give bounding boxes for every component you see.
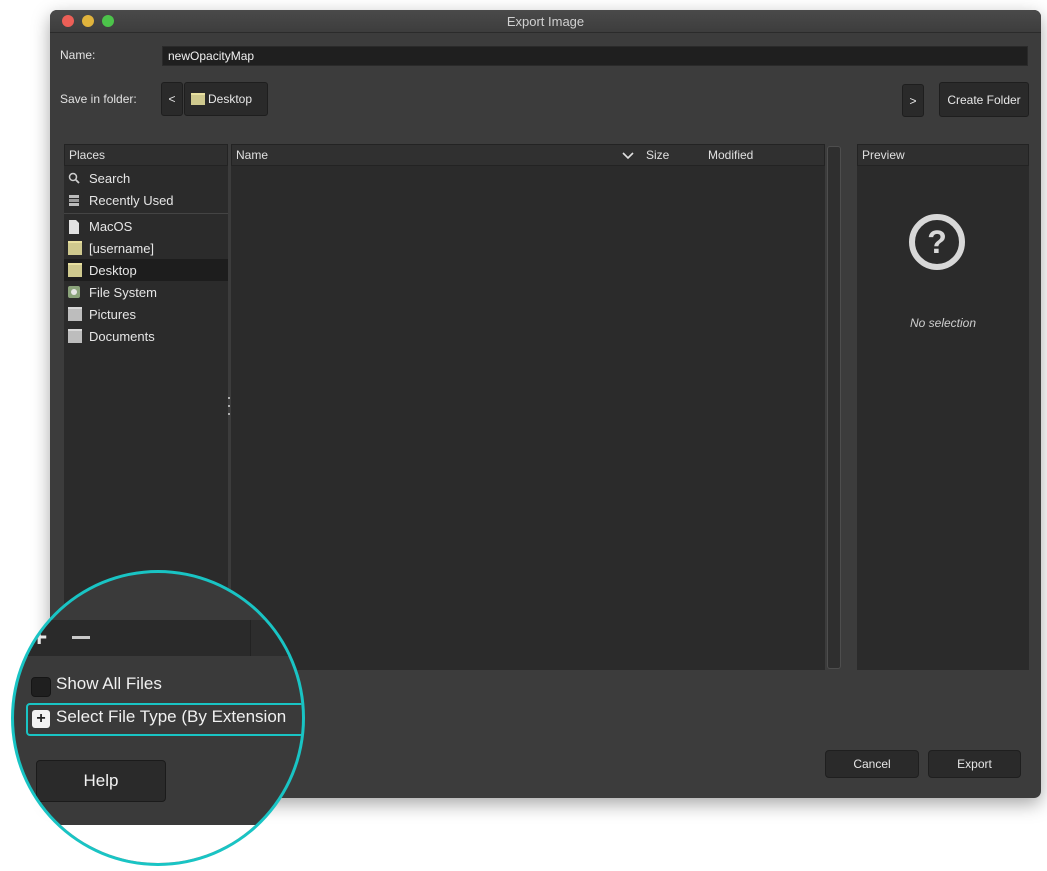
expand-plus-icon[interactable]: + <box>32 710 50 728</box>
place-item-search[interactable]: Search <box>68 167 226 189</box>
folder-icon <box>68 329 82 343</box>
preview-header: Preview <box>857 144 1029 166</box>
sort-chevron-down-icon[interactable] <box>622 149 634 163</box>
column-header-size[interactable]: Size <box>646 148 669 162</box>
folder-icon <box>68 263 82 277</box>
folder-icon <box>68 307 82 321</box>
create-folder-button[interactable]: Create Folder <box>939 82 1029 117</box>
preview-panel: Preview ? No selection <box>857 144 1029 670</box>
drive-icon <box>68 220 82 234</box>
folder-path-button-desktop[interactable]: Desktop <box>184 82 268 116</box>
column-header-name[interactable]: Name <box>236 148 268 162</box>
place-label: File System <box>89 284 157 300</box>
place-label: Search <box>89 170 131 186</box>
place-item-recently-used[interactable]: Recently Used <box>68 189 226 211</box>
pane-splitter-handle[interactable] <box>228 395 230 417</box>
place-label: Documents <box>89 328 155 344</box>
place-label: [username] <box>89 240 155 256</box>
title-bar: Export Image <box>50 10 1041 33</box>
column-header-modified[interactable]: Modified <box>708 148 753 162</box>
place-item-file-system[interactable]: File System <box>68 281 226 303</box>
export-button[interactable]: Export <box>928 750 1021 778</box>
place-item-desktop[interactable]: Desktop <box>64 259 228 281</box>
forward-button[interactable]: > <box>902 84 924 117</box>
help-button[interactable]: Help <box>36 760 166 802</box>
places-header: Places <box>64 144 228 166</box>
filename-input[interactable] <box>162 46 1028 66</box>
place-label: Pictures <box>89 306 136 322</box>
recent-icon <box>68 194 82 206</box>
file-list-edge <box>250 620 302 656</box>
show-all-files-label[interactable]: Show All Files <box>56 674 162 694</box>
chevron-left-icon: < <box>168 92 176 106</box>
select-file-type-expander[interactable]: Select File Type (By Extension <box>56 707 286 727</box>
place-item-pictures[interactable]: Pictures <box>68 303 226 325</box>
place-label: MacOS <box>89 218 133 234</box>
name-label: Name: <box>60 48 96 62</box>
magnified-callout: + Show All Files + Select File Type (By … <box>11 570 305 866</box>
save-in-folder-label: Save in folder: <box>60 92 137 106</box>
no-selection-text: No selection <box>909 316 977 330</box>
folder-path-label: Desktop <box>208 92 253 106</box>
show-all-files-checkbox[interactable] <box>31 677 51 697</box>
place-label: Desktop <box>89 262 137 278</box>
filesystem-icon <box>68 286 82 298</box>
back-button[interactable]: < <box>161 82 183 116</box>
folder-icon <box>191 93 205 105</box>
search-icon <box>68 172 82 184</box>
place-item-documents[interactable]: Documents <box>68 325 226 347</box>
chevron-right-icon: > <box>909 93 917 108</box>
remove-bookmark-icon[interactable] <box>72 636 90 639</box>
places-toolbar <box>14 620 254 656</box>
file-list-header: Name Size Modified <box>231 144 825 166</box>
question-mark-icon: ? <box>909 214 965 270</box>
file-list-scrollbar[interactable] <box>827 146 841 669</box>
cancel-button[interactable]: Cancel <box>825 750 919 778</box>
place-label: Recently Used <box>89 192 174 208</box>
window-title: Export Image <box>506 14 585 29</box>
page-background <box>14 825 302 863</box>
home-folder-icon <box>68 241 82 255</box>
place-item-username[interactable]: [username] <box>68 237 226 259</box>
place-item-macos[interactable]: MacOS <box>68 215 226 237</box>
places-divider <box>64 213 228 214</box>
add-bookmark-icon[interactable]: + <box>31 621 47 653</box>
file-list[interactable]: Name Size Modified <box>231 144 825 670</box>
